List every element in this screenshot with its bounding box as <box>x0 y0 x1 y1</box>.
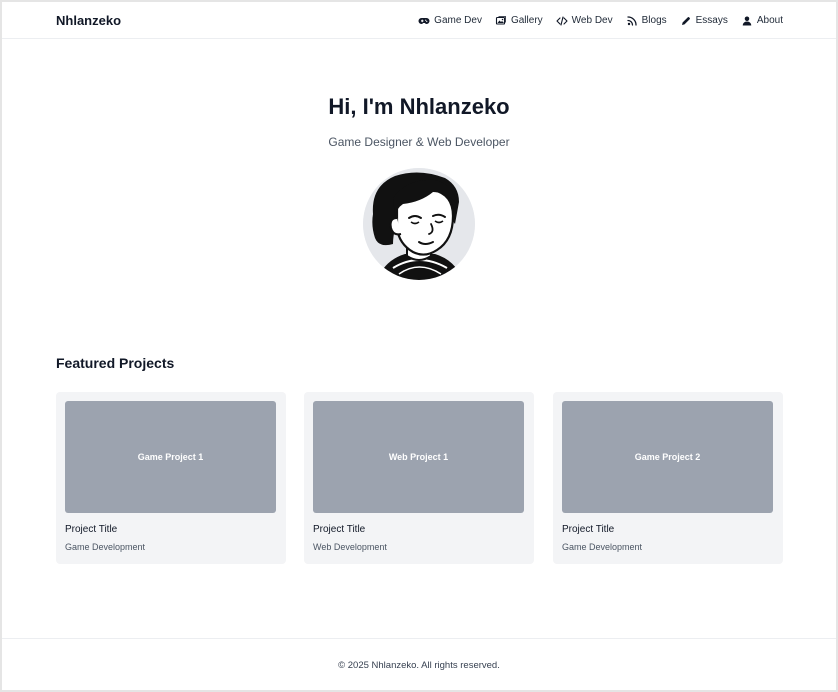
thumbnail-label: Game Project 2 <box>634 452 701 462</box>
nav-item-blogs[interactable]: Blogs <box>626 15 667 27</box>
copyright-text: © 2025 Nhlanzeko. All rights reserved. <box>338 660 500 671</box>
code-icon <box>556 15 568 27</box>
nav-item-about[interactable]: About <box>741 15 783 27</box>
nav-item-gallery[interactable]: Gallery <box>495 15 543 27</box>
project-title: Project Title <box>562 524 615 535</box>
project-grid: Game Project 1 Project Title Game Develo… <box>56 392 783 564</box>
page: Nhlanzeko Game Dev Gallery Web Dev Blogs… <box>2 2 836 690</box>
project-category: Web Development <box>313 542 387 552</box>
project-title: Project Title <box>313 524 366 535</box>
project-card[interactable]: Web Project 1 Project Title Web Developm… <box>304 392 534 564</box>
project-thumbnail: Game Project 2 <box>562 401 773 513</box>
featured-projects-heading: Featured Projects <box>56 355 175 371</box>
main-nav: Game Dev Gallery Web Dev Blogs Essays Ab… <box>418 2 783 39</box>
nav-label: Blogs <box>641 15 667 26</box>
top-navbar: Nhlanzeko Game Dev Gallery Web Dev Blogs… <box>2 2 836 39</box>
nav-label: About <box>756 15 783 26</box>
thumbnail-label: Web Project 1 <box>388 452 449 462</box>
project-card[interactable]: Game Project 2 Project Title Game Develo… <box>553 392 783 564</box>
nav-item-game-dev[interactable]: Game Dev <box>418 15 482 27</box>
user-icon <box>741 15 753 27</box>
rss-icon <box>626 15 638 27</box>
thumbnail-label: Game Project 1 <box>137 452 204 462</box>
project-title: Project Title <box>65 524 118 535</box>
project-thumbnail: Web Project 1 <box>313 401 524 513</box>
nav-item-essays[interactable]: Essays <box>680 15 728 27</box>
avatar <box>363 168 475 280</box>
brand-logo-link[interactable]: Nhlanzeko <box>56 13 121 28</box>
gamepad-icon <box>418 15 430 27</box>
project-category: Game Development <box>562 542 643 552</box>
nav-label: Essays <box>695 15 728 26</box>
project-thumbnail: Game Project 1 <box>65 401 276 513</box>
nav-label: Gallery <box>510 15 543 26</box>
hero-subtitle: Game Designer & Web Developer <box>328 135 510 149</box>
pencil-icon <box>680 15 692 27</box>
project-card[interactable]: Game Project 1 Project Title Game Develo… <box>56 392 286 564</box>
footer: © 2025 Nhlanzeko. All rights reserved. <box>2 638 836 690</box>
nav-item-web-dev[interactable]: Web Dev <box>556 15 613 27</box>
project-category: Game Development <box>65 542 146 552</box>
image-icon <box>495 15 507 27</box>
hero-title: Hi, I'm Nhlanzeko <box>328 94 510 119</box>
nav-label: Game Dev <box>434 15 482 26</box>
nav-label: Web Dev <box>571 15 613 26</box>
